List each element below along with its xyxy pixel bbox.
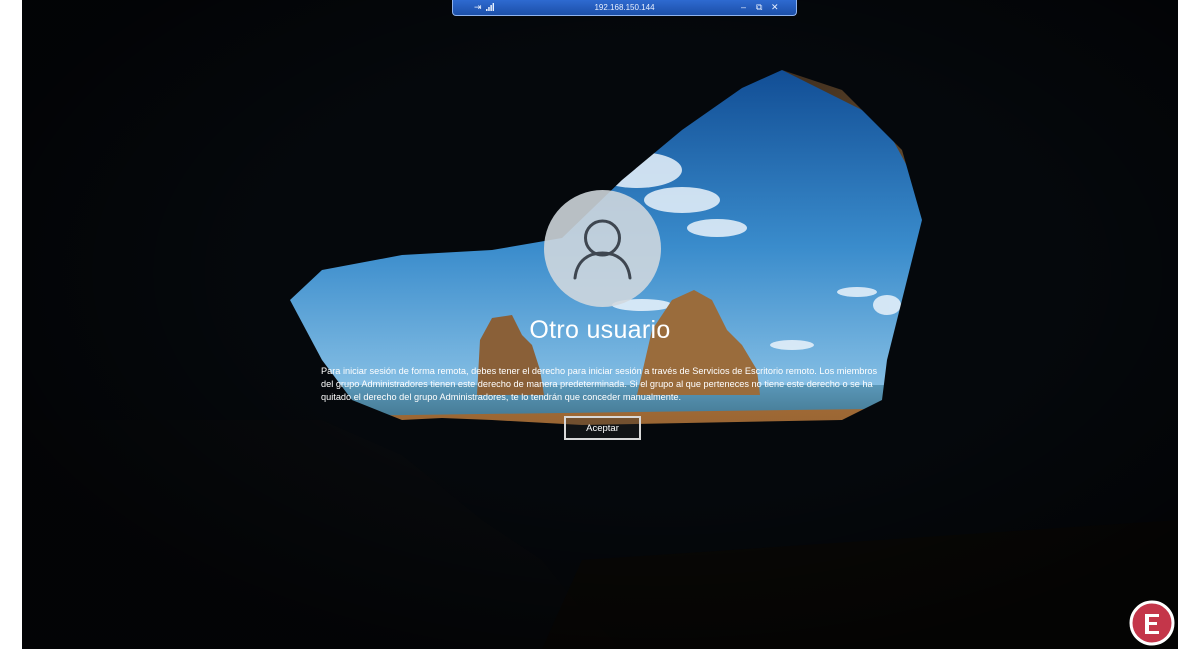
restore-icon[interactable]: ⧉: [756, 2, 762, 12]
accept-button[interactable]: Aceptar: [564, 416, 641, 440]
remote-logon-message: Para iniciar sesión de forma remota, deb…: [321, 366, 878, 402]
minimize-icon[interactable]: –: [741, 2, 746, 12]
rdp-connection-bar[interactable]: ⇥ 192.168.150.144 – ⧉ ✕: [452, 0, 797, 16]
user-avatar-icon: [573, 219, 632, 280]
close-icon[interactable]: ✕: [771, 2, 779, 12]
remote-desktop-screen: ⇥ 192.168.150.144 – ⧉ ✕ Otro usuario Par…: [22, 0, 1178, 649]
user-avatar: [544, 190, 661, 307]
site-logo-icon: [1129, 600, 1175, 646]
user-name: Otro usuario: [529, 316, 671, 344]
